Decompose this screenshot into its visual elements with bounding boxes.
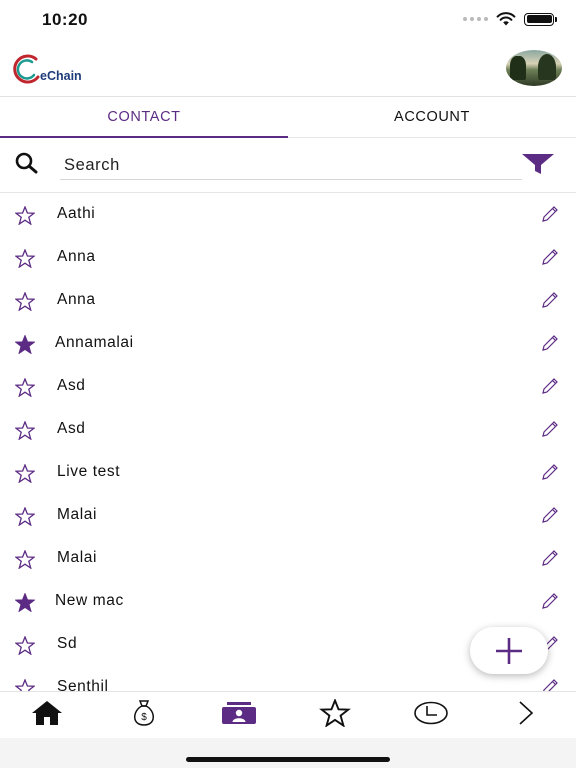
svg-text:$: $ [141, 712, 147, 723]
contact-row[interactable]: Annamalai [0, 322, 576, 365]
contacts-icon [222, 702, 256, 724]
contact-name: Senthil [57, 678, 109, 691]
contact-row[interactable]: Aathi [0, 193, 576, 236]
profile-avatar[interactable] [506, 50, 562, 86]
nav-history[interactable] [411, 697, 451, 729]
star-outline-icon[interactable] [15, 249, 35, 268]
contact-name: Annamalai [55, 334, 134, 351]
edit-pencil-icon[interactable] [540, 419, 560, 439]
star-outline-icon[interactable] [15, 550, 35, 569]
contact-name: Asd [57, 420, 86, 437]
contact-row[interactable]: Malai [0, 494, 576, 537]
filter-icon[interactable] [522, 154, 554, 174]
star-filled-icon[interactable] [15, 593, 35, 612]
contact-row[interactable]: New mac [0, 580, 576, 623]
star-outline-icon[interactable] [15, 378, 35, 397]
nav-contacts[interactable] [219, 697, 259, 729]
app-logo: eChain [10, 52, 90, 86]
logo-swoosh-icon [13, 54, 40, 84]
add-contact-button[interactable] [470, 627, 548, 674]
contact-name: Malai [57, 506, 98, 523]
contact-list: Aathi Anna Anna Annamalai Asd Asd Live t… [0, 193, 576, 691]
plus-icon [496, 637, 522, 664]
contact-row[interactable]: Anna [0, 279, 576, 322]
search-bar [0, 138, 576, 193]
contact-name: Asd [57, 377, 86, 394]
star-outline-icon[interactable] [15, 421, 35, 440]
star-icon [319, 699, 351, 727]
contact-name: Anna [57, 291, 96, 308]
status-bar: 10:20 [0, 0, 576, 44]
nav-money[interactable]: $ [124, 697, 164, 729]
edit-pencil-icon[interactable] [540, 591, 560, 611]
star-outline-icon[interactable] [15, 507, 35, 526]
star-outline-icon[interactable] [15, 679, 35, 691]
nav-home[interactable] [27, 697, 67, 729]
contact-row[interactable]: Live test [0, 451, 576, 494]
wifi-icon [496, 12, 516, 26]
edit-pencil-icon[interactable] [540, 462, 560, 482]
edit-pencil-icon[interactable] [540, 376, 560, 396]
nav-more[interactable] [506, 697, 546, 729]
star-filled-icon[interactable] [15, 335, 35, 354]
app-header: eChain [0, 44, 576, 97]
search-icon [15, 152, 38, 174]
edit-pencil-icon[interactable] [540, 290, 560, 310]
status-time: 10:20 [42, 10, 88, 29]
home-indicator-area [0, 738, 576, 768]
edit-pencil-icon[interactable] [540, 247, 560, 267]
contact-name: Anna [57, 248, 96, 265]
contact-name: Sd [57, 635, 78, 652]
search-input[interactable] [60, 151, 522, 180]
edit-pencil-icon[interactable] [540, 548, 560, 568]
contact-name: Malai [57, 549, 98, 566]
bottom-nav: $ [0, 691, 576, 737]
edit-pencil-icon[interactable] [540, 204, 560, 224]
star-outline-icon[interactable] [15, 292, 35, 311]
battery-icon [524, 12, 557, 26]
logo-text: eChain [40, 69, 82, 83]
star-outline-icon[interactable] [15, 636, 35, 655]
home-icon [32, 701, 62, 725]
chevron-right-icon [519, 701, 534, 725]
contact-row[interactable]: Asd [0, 408, 576, 451]
contact-name: Live test [57, 463, 121, 480]
edit-pencil-icon[interactable] [540, 505, 560, 525]
money-bag-icon: $ [134, 700, 154, 726]
contact-row[interactable]: Malai [0, 537, 576, 580]
star-outline-icon[interactable] [15, 206, 35, 225]
clock-icon [414, 701, 448, 725]
nav-favorites[interactable] [315, 697, 355, 729]
tab-contact[interactable]: CONTACT [0, 97, 288, 138]
star-outline-icon[interactable] [15, 464, 35, 483]
edit-pencil-icon[interactable] [540, 677, 560, 691]
contact-name: New mac [55, 592, 124, 609]
signal-icon [463, 17, 488, 21]
tab-account[interactable]: ACCOUNT [288, 97, 576, 137]
status-icons [463, 12, 557, 26]
tab-bar: CONTACT ACCOUNT [0, 97, 576, 138]
contact-row[interactable]: Asd [0, 365, 576, 408]
contact-name: Aathi [57, 205, 96, 222]
home-indicator[interactable] [186, 757, 390, 762]
edit-pencil-icon[interactable] [540, 333, 560, 353]
contact-row[interactable]: Anna [0, 236, 576, 279]
